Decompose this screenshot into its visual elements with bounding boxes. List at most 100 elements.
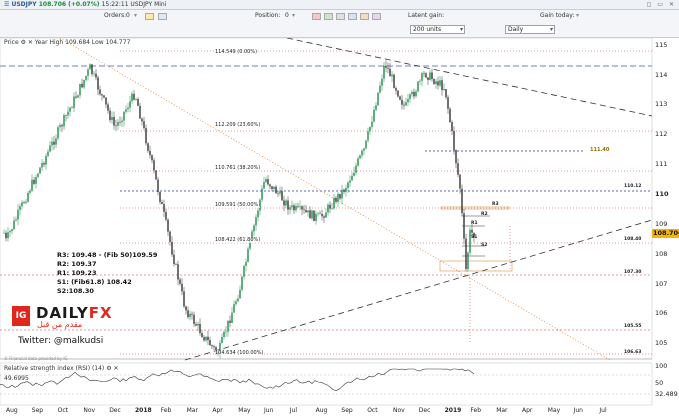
- candle-body: [207, 336, 209, 341]
- y-tick: 113: [655, 100, 668, 108]
- rsi-y-tick: 50: [655, 379, 664, 387]
- candle-body: [349, 180, 351, 183]
- candle-body: [97, 77, 99, 90]
- candle-body: [77, 95, 79, 98]
- x-tick: Apr: [212, 407, 223, 414]
- pivot-marker: R3: [492, 202, 499, 207]
- y-tick: 112: [655, 130, 668, 138]
- candle-body: [269, 184, 271, 187]
- candle-body: [45, 155, 47, 165]
- gain-dropdown-icon[interactable]: ▾: [576, 12, 579, 19]
- settings-icon[interactable]: ⚙: [106, 365, 111, 372]
- crosshair-tool-button[interactable]: [336, 13, 345, 20]
- candle-body: [313, 210, 315, 221]
- dailyfx-logo: IG DAILYFX مقدم من قبل: [12, 303, 147, 329]
- chart-type-button[interactable]: [145, 13, 154, 20]
- price-label: Price: [4, 39, 19, 46]
- candle-body: [43, 163, 45, 165]
- orders-value: 0: [126, 12, 130, 19]
- candle-body: [145, 128, 147, 144]
- candle-body: [401, 99, 403, 105]
- usdjpy-menu-icon[interactable]: ☰: [4, 1, 9, 8]
- x-tick: May: [238, 407, 251, 414]
- price-chart[interactable]: Price ⚙ ✕ Year High 109.684 Low 104.777 …: [0, 38, 679, 417]
- y-tick: 111: [655, 160, 668, 168]
- x-tick: 2018: [135, 407, 152, 414]
- candle-body: [315, 213, 317, 221]
- candle-body: [169, 231, 171, 242]
- window-controls[interactable]: ◻ ▭ ✕: [647, 1, 677, 8]
- text-tool-button[interactable]: [372, 13, 381, 20]
- candle-body: [229, 320, 231, 323]
- buy-tool-button[interactable]: [324, 13, 333, 20]
- chart-canvas[interactable]: [0, 38, 679, 417]
- candle-body: [339, 193, 341, 199]
- candle-body: [303, 209, 305, 211]
- candle-body: [209, 340, 211, 346]
- candle-body: [379, 85, 381, 93]
- candle-body: [147, 143, 149, 151]
- candle-body: [127, 107, 129, 110]
- pivot-marker: R2: [481, 212, 488, 217]
- candle-body: [397, 90, 399, 97]
- x-tick: Oct: [57, 407, 68, 414]
- latent-gain-label: Latent gain:: [408, 12, 445, 19]
- pivot-marker: S2: [481, 243, 488, 248]
- settings-icon[interactable]: ⚙: [21, 39, 26, 46]
- candle-body: [307, 210, 309, 213]
- note-line: S1: (Fib61.8) 108.42: [57, 278, 132, 286]
- candle-body: [395, 88, 397, 91]
- candle-body: [461, 188, 463, 214]
- y-tick: 105: [655, 339, 668, 347]
- x-tick: Jun: [573, 407, 583, 414]
- candle-body: [123, 111, 125, 121]
- orders-dropdown-icon[interactable]: ▾: [134, 12, 137, 19]
- candle-body: [437, 81, 439, 86]
- timeframe-select[interactable]: Daily ▾: [505, 25, 555, 34]
- pivot-marker: R1: [471, 221, 478, 226]
- x-tick: Mar: [496, 407, 508, 414]
- candle-body: [353, 172, 355, 176]
- candle-body: [309, 210, 311, 219]
- instrument-price: 108.706 (+0.07%): [38, 1, 100, 8]
- instrument-titlebar: ☰ USDJPY 108.706 (+0.07%) 15:22:11 USDJP…: [0, 0, 679, 10]
- candle-body: [427, 77, 429, 80]
- candle-body: [335, 197, 337, 202]
- candle-body: [325, 212, 327, 218]
- orders-label: Orders:: [104, 12, 127, 19]
- candle-body: [415, 91, 417, 97]
- year-high-low: Year High 109.684 Low 104.777: [34, 39, 131, 46]
- candle-body: [383, 65, 385, 79]
- candle-body: [293, 205, 295, 211]
- candle-body: [17, 209, 19, 220]
- candle-body: [89, 64, 91, 70]
- candle-body: [81, 83, 83, 88]
- units-select[interactable]: 200 units ▾: [410, 25, 465, 34]
- candle-body: [261, 188, 263, 200]
- line-tool-button[interactable]: [348, 13, 357, 20]
- candle-body: [21, 202, 23, 207]
- candle-body: [385, 65, 387, 68]
- timeframe-select-value: Daily: [508, 26, 524, 33]
- candle-body: [3, 232, 5, 234]
- close-icon[interactable]: ✕: [28, 39, 33, 46]
- candle-body: [267, 179, 269, 185]
- fib-tool-button[interactable]: [360, 13, 369, 20]
- level-tag: 110.12: [624, 184, 642, 189]
- last-price-tag: 108.706: [652, 229, 679, 238]
- x-tick: 2019: [444, 407, 462, 414]
- sell-tool-button[interactable]: [312, 13, 321, 20]
- candle-body: [281, 191, 283, 201]
- candle-body: [257, 210, 259, 218]
- x-tick: Sep: [341, 407, 353, 414]
- candle-body: [449, 108, 451, 123]
- close-icon[interactable]: ✕: [114, 365, 119, 372]
- candle-body: [393, 74, 395, 89]
- candle-body: [67, 111, 69, 116]
- candle-body: [235, 301, 237, 305]
- candle-body: [231, 312, 233, 323]
- position-dropdown-icon[interactable]: ▾: [292, 12, 295, 19]
- candle-body: [265, 179, 267, 183]
- x-tick: Aug: [6, 407, 18, 414]
- drawing-tool-button[interactable]: [158, 13, 167, 20]
